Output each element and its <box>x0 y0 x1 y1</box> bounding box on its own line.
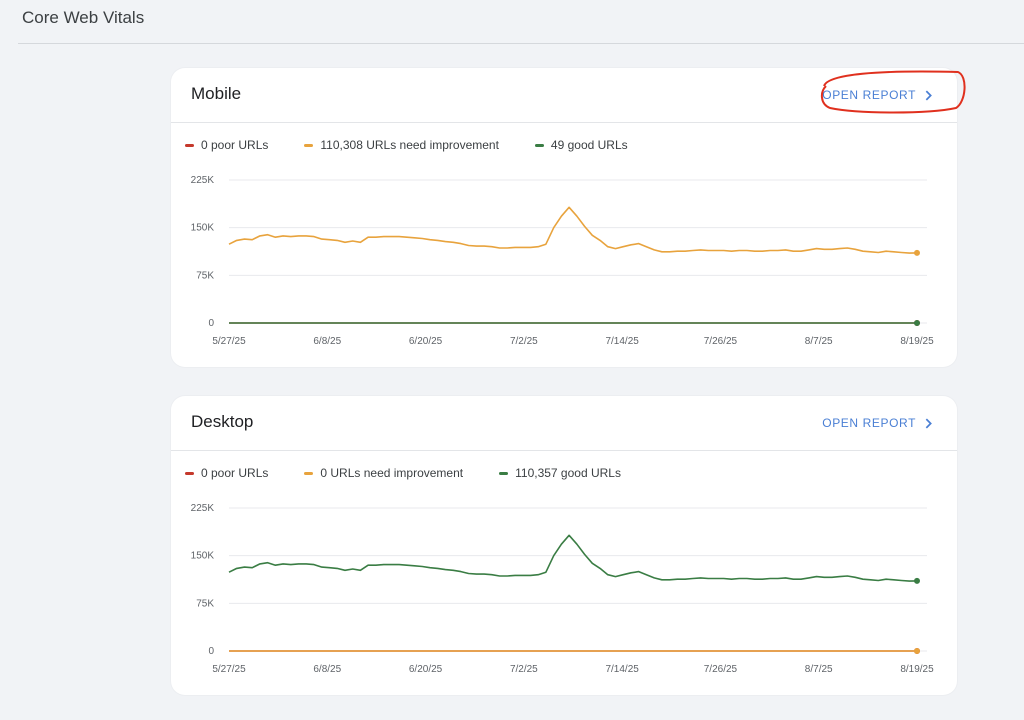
x-tick-label: 6/20/25 <box>409 664 443 675</box>
legend-swatch <box>185 471 194 475</box>
card-header: Desktop OPEN REPORT <box>171 396 957 451</box>
legend-label: 49 good URLs <box>550 138 628 152</box>
legend-label: 110,308 URLs need improvement <box>320 138 499 152</box>
y-tick-label: 0 <box>208 318 214 329</box>
series-line-110-308-urls-need-improvement <box>228 206 918 254</box>
legend-item-poor[interactable]: 0 poor URLs <box>185 138 268 152</box>
legend: 0 poor URLs 110,308 URLs need improvemen… <box>185 138 628 152</box>
x-tick-label: 7/2/25 <box>510 336 538 347</box>
card-title: Desktop <box>191 412 254 431</box>
y-tick-label: 150K <box>191 551 215 562</box>
x-tick-label: 6/8/25 <box>313 664 341 675</box>
y-tick-label: 225K <box>191 175 215 186</box>
x-tick-label: 6/20/25 <box>409 336 443 347</box>
x-tick-label: 5/27/25 <box>212 336 246 347</box>
legend: 0 poor URLs 0 URLs need improvement 110,… <box>185 466 621 480</box>
x-tick-label: 8/19/25 <box>900 664 934 675</box>
x-tick-label: 8/19/25 <box>900 336 934 347</box>
open-report-label: OPEN REPORT <box>822 416 916 430</box>
legend-label: 0 URLs need improvement <box>320 466 464 480</box>
x-tick-label: 7/26/25 <box>704 336 738 347</box>
legend-item-good[interactable]: 110,357 good URLs <box>499 466 621 480</box>
legend-label: 0 poor URLs <box>201 466 269 480</box>
series-endpoint-0-urls-need-improvement <box>914 648 920 654</box>
legend-label: 0 poor URLs <box>201 138 269 152</box>
legend-swatch <box>304 471 314 475</box>
desktop-card: 225K 150K 75K 0 5/27/25 6/8/25 6/20/25 7/2/25 7/… <box>171 396 957 695</box>
chevron-right-icon <box>925 90 932 100</box>
x-tick-label: 7/14/25 <box>605 664 639 675</box>
x-tick-label: 8/7/25 <box>805 336 833 347</box>
legend-swatch <box>185 143 194 147</box>
series-endpoint-110-308-urls-need-improvement <box>914 249 920 256</box>
x-tick-label: 7/2/25 <box>510 664 538 675</box>
legend-label: 110,357 good URLs <box>515 466 621 480</box>
card-title: Mobile <box>191 84 242 103</box>
legend-swatch <box>534 143 544 147</box>
page-header: Core Web Vitals <box>0 0 1024 44</box>
series-endpoint-110-357-good-urls <box>914 577 920 584</box>
legend-swatch <box>499 471 509 475</box>
x-tick-label: 7/26/25 <box>704 664 738 675</box>
legend-item-good[interactable]: 49 good URLs <box>534 138 628 152</box>
y-tick-label: 150K <box>191 223 215 234</box>
legend-item-poor[interactable]: 0 poor URLs <box>185 466 268 480</box>
legend-item-improvement[interactable]: 110,308 URLs need improvement <box>304 138 499 152</box>
chevron-right-icon <box>925 418 932 428</box>
series-endpoint-49-good-urls <box>914 319 920 326</box>
y-tick-label: 75K <box>196 270 214 281</box>
page-title: Core Web Vitals <box>22 8 145 27</box>
x-tick-label: 8/7/25 <box>805 664 833 675</box>
y-tick-label: 225K <box>191 503 215 514</box>
series-line-110-357-good-urls <box>228 534 918 582</box>
open-report-button[interactable]: OPEN REPORT <box>822 88 935 102</box>
open-report-button[interactable]: OPEN REPORT <box>822 416 935 430</box>
x-tick-label: 6/8/25 <box>313 336 341 347</box>
legend-swatch <box>304 143 314 147</box>
y-tick-label: 75K <box>196 598 214 609</box>
x-tick-label: 5/27/25 <box>212 664 246 675</box>
mobile-card: 225K 150K 75K 0 5/27/25 6/8/25 6/20/25 7/2/25 7/… <box>171 68 957 367</box>
open-report-label: OPEN REPORT <box>822 88 916 102</box>
header-divider <box>18 43 1024 44</box>
legend-item-improvement[interactable]: 0 URLs need improvement <box>304 466 463 480</box>
x-tick-label: 7/14/25 <box>605 336 639 347</box>
y-tick-label: 0 <box>208 646 214 657</box>
card-header: Mobile OPEN REPORT <box>171 68 957 123</box>
